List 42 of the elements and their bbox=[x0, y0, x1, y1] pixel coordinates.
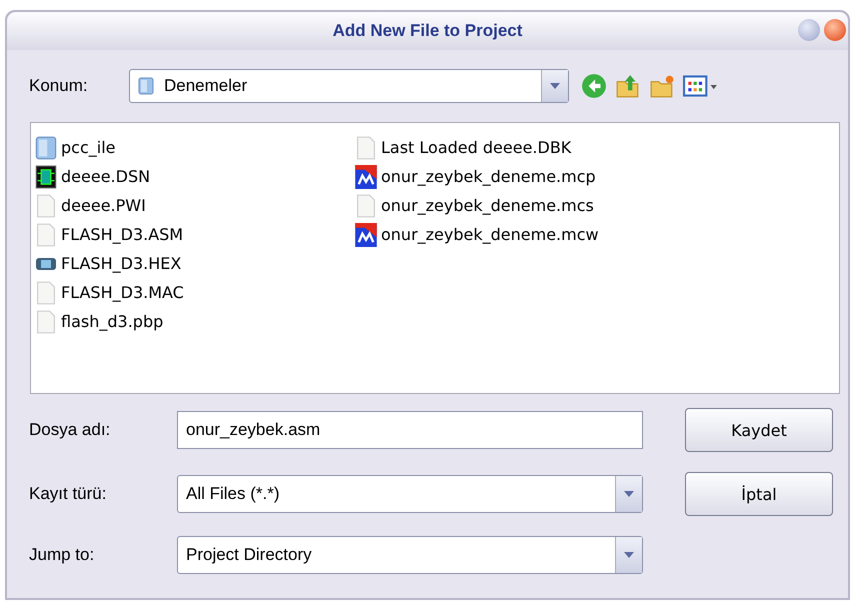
file-item[interactable]: pcc_ile bbox=[35, 133, 355, 162]
file-item[interactable]: deeee.PWI bbox=[35, 191, 355, 220]
view-menu-icon[interactable] bbox=[683, 73, 719, 99]
filename-field[interactable]: onur_zeybek.asm bbox=[177, 411, 643, 449]
file-item[interactable]: Last Loaded deeee.DBK bbox=[355, 133, 675, 162]
folder-icon bbox=[138, 76, 154, 96]
document-icon bbox=[355, 194, 377, 218]
jump-to-dropdown[interactable]: Project Directory bbox=[177, 536, 643, 574]
back-icon[interactable] bbox=[581, 73, 607, 99]
caret-icon bbox=[550, 83, 560, 89]
location-dropdown[interactable]: Denemeler bbox=[129, 69, 569, 103]
new-folder-icon[interactable] bbox=[649, 73, 675, 99]
minimize-button[interactable] bbox=[798, 19, 820, 41]
cancel-button[interactable]: İptal bbox=[685, 472, 833, 516]
folder-icon bbox=[35, 136, 57, 160]
file-item[interactable]: deeee.DSN bbox=[35, 162, 355, 191]
location-label: Konum: bbox=[29, 76, 89, 96]
jump-to-label: Jump to: bbox=[29, 545, 96, 565]
caret-icon bbox=[624, 491, 634, 497]
file-item[interactable]: onur_zeybek_deneme.mcp bbox=[355, 162, 675, 191]
caret-icon bbox=[624, 552, 634, 558]
schematic-file-icon bbox=[35, 164, 57, 188]
project-file-icon bbox=[355, 222, 377, 246]
document-icon bbox=[35, 310, 57, 334]
file-item[interactable]: flash_d3.pbp bbox=[35, 307, 355, 336]
file-item[interactable]: FLASH_D3.MAC bbox=[35, 278, 355, 307]
file-item[interactable]: onur_zeybek_deneme.mcw bbox=[355, 220, 675, 249]
file-item[interactable]: onur_zeybek_deneme.mcs bbox=[355, 191, 675, 220]
close-button[interactable] bbox=[824, 19, 846, 41]
file-item[interactable]: FLASH_D3.ASM bbox=[35, 220, 355, 249]
window-title: Add New File to Project bbox=[332, 21, 522, 41]
file-type-dropdown[interactable]: All Files (*.*) bbox=[177, 475, 643, 513]
save-button[interactable]: Kaydet bbox=[685, 408, 833, 452]
folder-up-icon[interactable] bbox=[615, 73, 641, 99]
document-icon bbox=[355, 136, 377, 160]
document-icon bbox=[35, 280, 57, 304]
document-icon bbox=[35, 194, 57, 218]
filename-label: Dosya adı: bbox=[29, 420, 112, 440]
file-item[interactable]: FLASH_D3.HEX bbox=[35, 249, 355, 278]
project-file-icon bbox=[355, 164, 377, 188]
file-type-label: Kayıt türü: bbox=[29, 484, 108, 504]
document-icon bbox=[35, 222, 57, 246]
